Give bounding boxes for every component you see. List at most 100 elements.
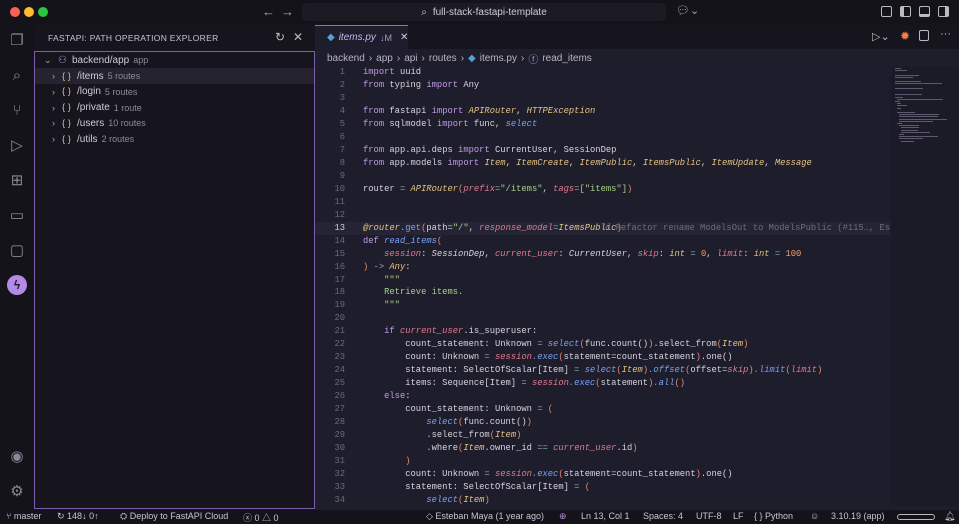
close-tab-icon[interactable]: ✕ bbox=[400, 32, 408, 43]
code-line[interactable]: 19 """ bbox=[315, 299, 890, 312]
line-ending[interactable]: LF bbox=[733, 511, 744, 521]
deploy-button[interactable]: ⛭ Deploy to FastAPI Cloud bbox=[120, 511, 228, 522]
encoding[interactable]: UTF-8 bbox=[696, 511, 722, 521]
breadcrumb-item[interactable]: backend bbox=[327, 53, 365, 64]
code-line[interactable]: 9 bbox=[315, 170, 890, 183]
code-line[interactable]: 3 bbox=[315, 92, 890, 105]
code-line[interactable]: 11 bbox=[315, 196, 890, 209]
run-python-icon[interactable]: ▷⌄ bbox=[872, 30, 890, 43]
chevron-right-icon: › bbox=[52, 86, 55, 97]
code-line[interactable]: 31 ) bbox=[315, 455, 890, 468]
code-line[interactable]: 22 count_statement: Unknown = select(fun… bbox=[315, 338, 890, 351]
remote-explorer-icon[interactable]: ▭ bbox=[7, 206, 27, 226]
code-line[interactable]: 32 count: Unknown = session.exec(stateme… bbox=[315, 468, 890, 481]
git-blame-status[interactable]: ◇ Esteban Maya (1 year ago) bbox=[426, 511, 544, 522]
code-line[interactable]: 4 from fastapi import APIRouter, HTTPExce… bbox=[315, 105, 890, 118]
indentation[interactable]: Spaces: 4 bbox=[643, 511, 683, 521]
code-token: , bbox=[627, 248, 638, 259]
route-group-utils[interactable]: › { } /utils 2 routes bbox=[35, 131, 314, 147]
root-label: backend/app bbox=[71, 54, 130, 66]
route-group-login[interactable]: › { } /login 5 routes bbox=[35, 84, 314, 100]
line-text: from fastapi import APIRouter, HTTPExcep… bbox=[363, 105, 595, 118]
code-line[interactable]: 20 bbox=[315, 312, 890, 325]
more-actions-icon[interactable]: ··· bbox=[940, 28, 951, 40]
code-line[interactable]: 2 from typing import Any bbox=[315, 79, 890, 92]
code-line[interactable]: 26 else: bbox=[315, 390, 890, 403]
code-line[interactable]: 30 .where(Item.owner_id == current_user.… bbox=[315, 442, 890, 455]
code-token: func.count() bbox=[463, 417, 527, 428]
debug-bug-icon[interactable]: ✹ bbox=[900, 29, 910, 43]
code-line[interactable]: 13 @router.get(path="/", response_model=I… bbox=[315, 221, 901, 235]
breadcrumb-item[interactable]: api bbox=[404, 53, 417, 64]
tree-root[interactable]: ⌄ ⚇ backend/app app bbox=[35, 52, 314, 68]
split-editor-icon[interactable] bbox=[919, 30, 929, 41]
account-icon[interactable]: ◉ bbox=[7, 447, 27, 467]
refresh-icon[interactable]: ↻ bbox=[275, 30, 285, 44]
breadcrumb-item[interactable]: read_items bbox=[542, 53, 591, 64]
forward-arrow-icon[interactable]: → bbox=[281, 4, 294, 19]
code-line[interactable]: 15 session: SessionDep, current_user: Cu… bbox=[315, 248, 890, 261]
copilot-icon[interactable]: ☺ bbox=[810, 511, 819, 521]
minimize-window-button[interactable] bbox=[24, 7, 34, 17]
code-line[interactable]: 23 count: Unknown = session.exec(stateme… bbox=[315, 351, 890, 364]
language-mode[interactable]: { } Python bbox=[754, 511, 793, 521]
maximize-window-button[interactable] bbox=[38, 7, 48, 17]
line-number: 3 bbox=[339, 92, 345, 103]
code-line[interactable]: 24 statement: SelectOfScalar[Item] = sel… bbox=[315, 364, 890, 377]
back-arrow-icon[interactable]: ← bbox=[262, 4, 275, 19]
settings-gear-icon[interactable]: ⚙ bbox=[7, 482, 27, 502]
breadcrumb-item[interactable]: items.py bbox=[480, 53, 517, 64]
code-line[interactable]: 33 statement: SelectOfScalar[Item] = ( bbox=[315, 481, 890, 494]
close-icon[interactable]: ✕ bbox=[293, 30, 303, 44]
minimap-line bbox=[901, 129, 918, 131]
code-line[interactable]: 8 from app.models import Item, ItemCreate… bbox=[315, 157, 890, 170]
code-editor[interactable]: 1 import uuid 2 from typing import Any 3 4 fro… bbox=[315, 66, 901, 507]
code-line[interactable]: 17 """ bbox=[315, 274, 890, 287]
code-line[interactable]: 1 import uuid bbox=[315, 66, 890, 79]
sync-status[interactable]: ↻ 148↓ 0↑ bbox=[57, 511, 99, 522]
minimap[interactable] bbox=[891, 66, 959, 506]
toggle-panel-icon[interactable] bbox=[919, 6, 930, 17]
code-line[interactable]: 12 bbox=[315, 209, 890, 222]
chat-icon[interactable]: ▢ bbox=[7, 241, 27, 261]
notifications-bell-icon[interactable]: 🔔︎ bbox=[944, 511, 955, 522]
run-debug-icon[interactable]: ▷ bbox=[7, 136, 27, 156]
code-line[interactable]: 27 count_statement: Unknown = ( bbox=[315, 403, 890, 416]
source-control-icon[interactable]: ⑂ bbox=[7, 101, 27, 121]
cursor-position[interactable]: Ln 13, Col 1 bbox=[581, 511, 630, 521]
route-group-users[interactable]: › { } /users 10 routes bbox=[35, 115, 314, 131]
code-line[interactable]: 34 select(Item) bbox=[315, 494, 890, 507]
code-token: = bbox=[484, 352, 495, 363]
route-group-items[interactable]: › { } /items 5 routes bbox=[35, 68, 314, 84]
search-icon[interactable]: ⌕ bbox=[7, 66, 27, 86]
zoom-icon[interactable]: ⊕ bbox=[559, 511, 567, 522]
code-line[interactable]: 16) -> Any: bbox=[315, 261, 890, 274]
code-line[interactable]: 14 def read_items( bbox=[315, 235, 890, 248]
fastapi-icon[interactable]: ϟ bbox=[7, 275, 27, 295]
customize-layout-icon[interactable] bbox=[881, 6, 892, 17]
explorer-icon[interactable]: ❐ bbox=[7, 31, 27, 51]
tab-items-py[interactable]: ◆ items.py ↓M ✕ bbox=[315, 25, 408, 49]
close-window-button[interactable] bbox=[10, 7, 20, 17]
breadcrumb-item[interactable]: app bbox=[376, 53, 393, 64]
toggle-secondary-sidebar-icon[interactable] bbox=[938, 6, 949, 17]
problems-status[interactable]: ⓧ 0 △ 0 bbox=[243, 511, 279, 524]
code-line[interactable]: 10 router = APIRouter(prefix="/items", ta… bbox=[315, 183, 890, 196]
code-line[interactable]: 7 from app.api.deps import CurrentUser, S… bbox=[315, 144, 890, 157]
command-center-search[interactable]: ⌕ full-stack-fastapi-template bbox=[302, 3, 666, 21]
code-line[interactable]: 21 if current_user.is_superuser: bbox=[315, 325, 890, 338]
route-group-private[interactable]: › { } /private 1 route bbox=[35, 100, 314, 116]
copilot-chat-icon[interactable]: 💬︎⌄ bbox=[676, 4, 699, 17]
code-line[interactable]: 25 items: Sequence[Item] = session.exec(… bbox=[315, 377, 890, 390]
branch-status[interactable]: ⑂ master bbox=[6, 511, 41, 521]
extensions-icon[interactable]: ⊞ bbox=[7, 171, 27, 191]
toggle-primary-sidebar-icon[interactable] bbox=[900, 6, 911, 17]
code-line[interactable]: 18 Retrieve items. bbox=[315, 286, 890, 299]
python-interpreter[interactable]: 3.10.19 (app) bbox=[831, 511, 885, 521]
code-line[interactable]: 28 select(func.count()) bbox=[315, 416, 890, 429]
code-line[interactable]: 29 .select_from(Item) bbox=[315, 429, 890, 442]
breadcrumb-item[interactable]: routes bbox=[429, 53, 457, 64]
minimap-line bbox=[899, 134, 904, 135]
code-line[interactable]: 6 bbox=[315, 131, 890, 144]
code-line[interactable]: 5 from sqlmodel import func, select bbox=[315, 118, 890, 131]
